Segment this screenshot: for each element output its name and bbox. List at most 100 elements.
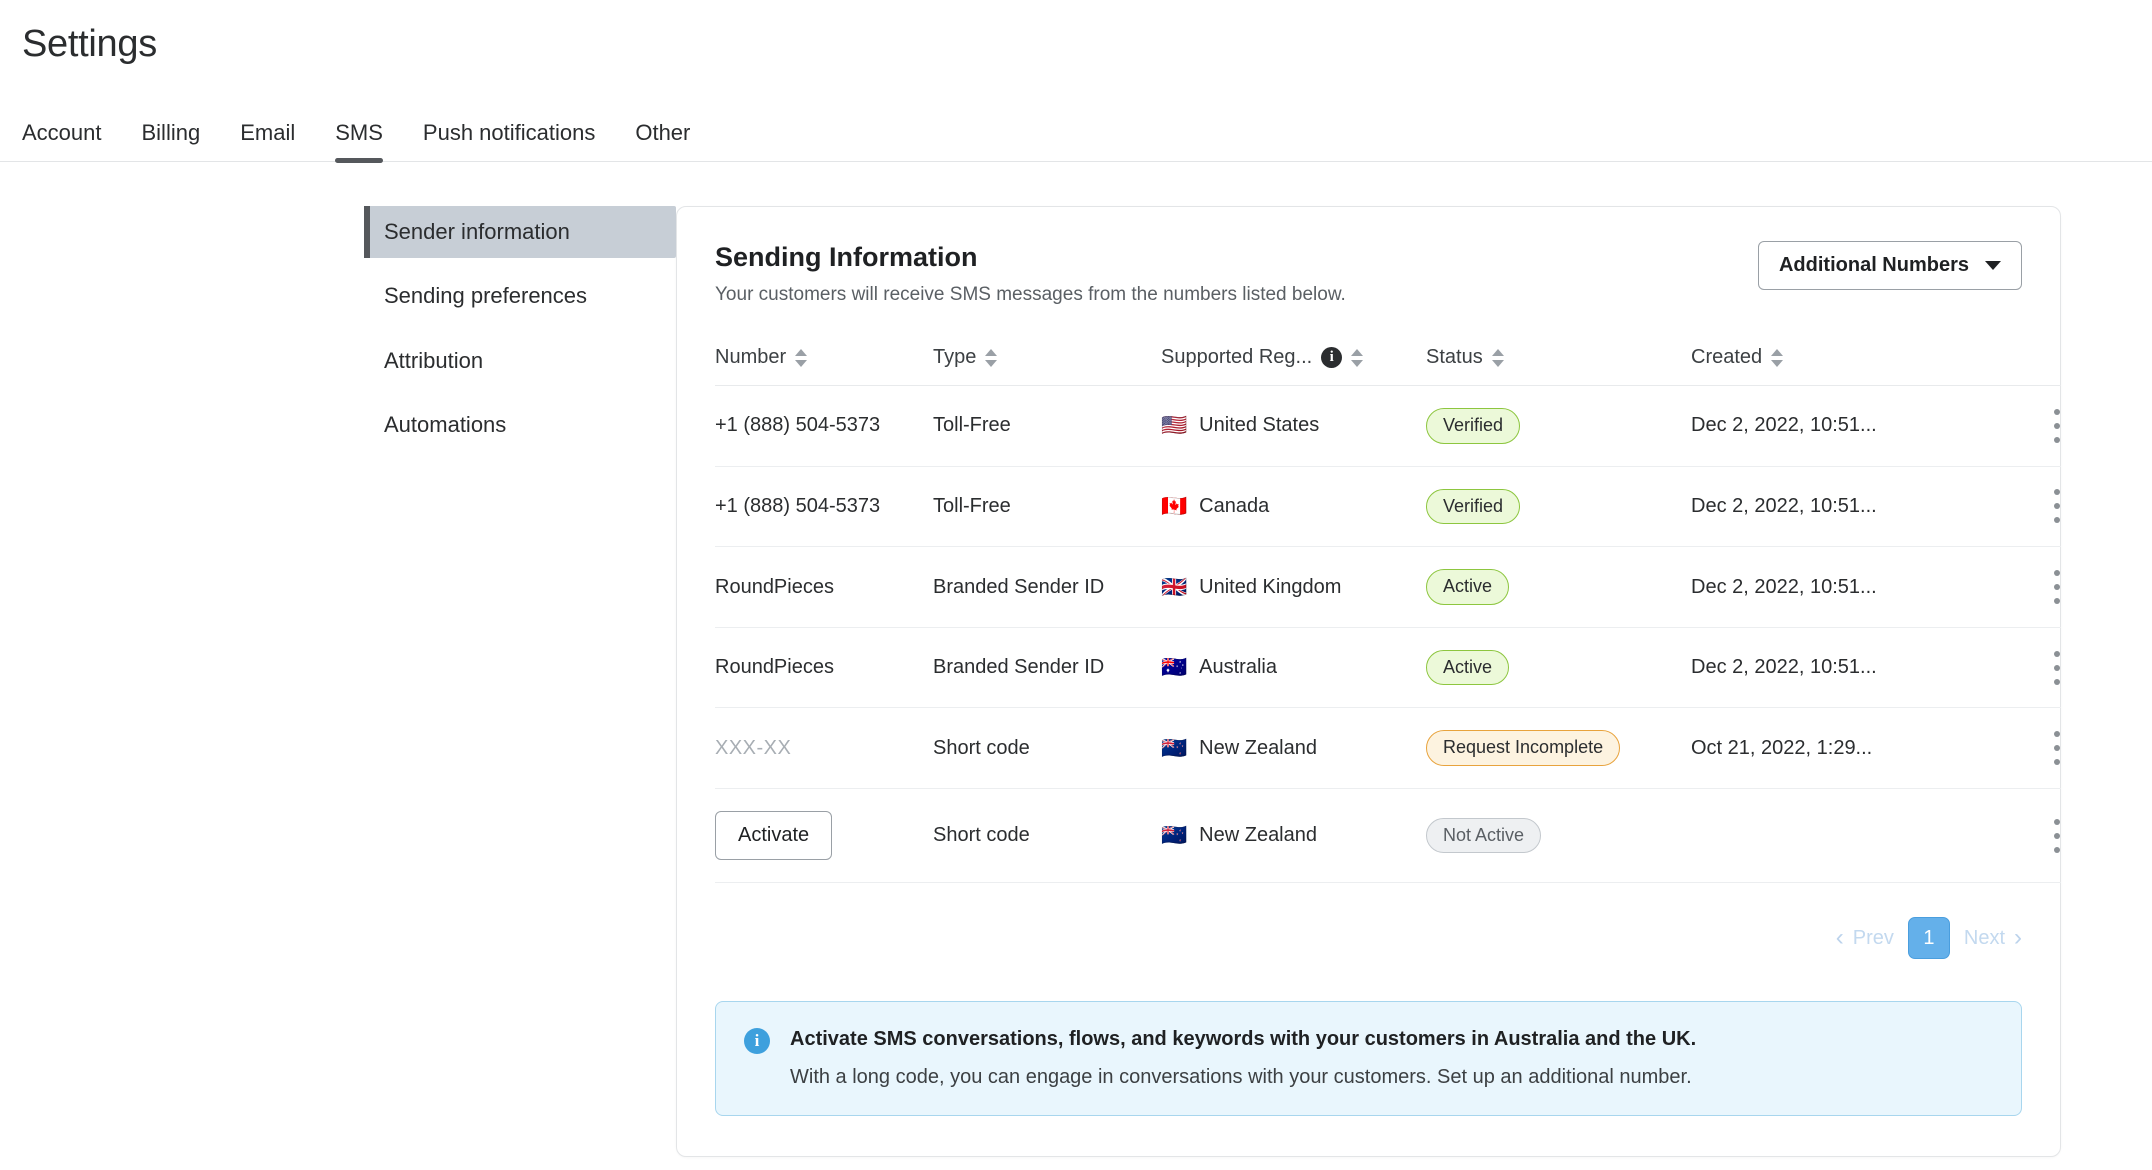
pagination-page-1[interactable]: 1 <box>1907 917 1950 959</box>
tab-other[interactable]: Other <box>615 121 710 161</box>
settings-tabbar: Account Billing Email SMS Push notifications… <box>0 104 2152 163</box>
number-value: XXX-XX <box>715 736 792 759</box>
cell-status: Active <box>1426 627 1691 709</box>
row-menu-icon[interactable] <box>2053 489 2061 524</box>
column-header-type[interactable]: Type <box>933 346 1161 387</box>
cell-created: Dec 2, 2022, 10:51... <box>1691 466 1981 548</box>
status-badge: Active <box>1426 569 1510 605</box>
row-menu-icon[interactable] <box>2053 731 2061 766</box>
cell-status: Verified <box>1426 466 1691 548</box>
info-icon[interactable]: i <box>1321 347 1343 369</box>
sidebar-item-automations[interactable]: Automations <box>364 399 676 452</box>
column-header-status[interactable]: Status <box>1426 346 1691 387</box>
pagination-next[interactable]: Next › <box>1964 926 2022 950</box>
status-badge: Request Incomplete <box>1426 730 1621 766</box>
body-layout: Sender information Sending preferences Att… <box>0 162 2152 1157</box>
activate-button[interactable]: Activate <box>715 811 833 860</box>
column-header-label: Number <box>715 346 787 369</box>
tab-sms[interactable]: SMS <box>315 121 403 163</box>
status-badge: Not Active <box>1426 817 1542 854</box>
country-flag-icon: 🇬🇧 <box>1161 574 1188 599</box>
table-row: RoundPieces Branded Sender ID 🇬🇧 United Kin… <box>715 546 2061 628</box>
pagination: ‹ Prev 1 Next › <box>715 883 2022 959</box>
region-name: Canada <box>1199 494 1270 517</box>
column-header-supported-reg[interactable]: Supported Reg... i <box>1161 346 1426 387</box>
cell-created: Dec 2, 2022, 10:51... <box>1691 627 1981 709</box>
table-header-row: Number Type Supported Reg... i Status Created <box>715 346 2061 387</box>
info-icon: i <box>744 1028 770 1054</box>
sidebar-item-sending-preferences[interactable]: Sending preferences <box>364 270 676 323</box>
pagination-next-label: Next <box>1963 926 2005 949</box>
chevron-down-icon <box>1985 260 2001 270</box>
row-menu-icon[interactable] <box>2053 408 2061 443</box>
cell-number: Activate <box>715 788 933 883</box>
table-body: +1 (888) 504-5373 Toll-Free 🇺🇸 United State… <box>715 385 2061 883</box>
page-title: Settings <box>22 23 157 65</box>
tab-push-notifications[interactable]: Push notifications <box>403 121 615 161</box>
tab-billing[interactable]: Billing <box>122 121 221 161</box>
sort-toggle-icon[interactable] <box>1351 348 1364 368</box>
cell-number: +1 (888) 504-5373 <box>715 466 933 548</box>
chevron-left-icon: ‹ <box>1835 924 1844 951</box>
info-banner: i Activate SMS conversations, flows, and… <box>715 1001 2022 1116</box>
cell-number: RoundPieces <box>715 627 933 709</box>
sort-toggle-icon[interactable] <box>1771 348 1784 368</box>
column-header-number[interactable]: Number <box>715 346 933 387</box>
sidebar-item-sender-information[interactable]: Sender information <box>364 205 676 259</box>
country-flag-icon: 🇦🇺 <box>1161 655 1188 680</box>
cell-type: Branded Sender ID <box>933 546 1161 628</box>
cell-actions <box>1981 385 2061 467</box>
row-menu-icon[interactable] <box>2053 570 2061 605</box>
cell-number: RoundPieces <box>715 546 933 628</box>
table-row: Activate Short code 🇳🇿 New Zealand Not Activ… <box>715 788 2061 883</box>
country-flag-icon: 🇺🇸 <box>1161 413 1188 438</box>
cell-type: Toll-Free <box>933 466 1161 548</box>
cell-status: Request Incomplete <box>1426 707 1691 789</box>
tab-account[interactable]: Account <box>22 121 122 161</box>
cell-number: +1 (888) 504-5373 <box>715 385 933 467</box>
cell-type: Short code <box>933 788 1161 883</box>
table-row: XXX-XX Short code 🇳🇿 New Zealand Request Inc… <box>715 707 2061 789</box>
cell-actions <box>1981 707 2061 789</box>
sort-toggle-icon[interactable] <box>985 348 998 368</box>
status-badge: Verified <box>1426 408 1521 444</box>
number-value: RoundPieces <box>715 575 834 598</box>
cell-type: Toll-Free <box>933 385 1161 467</box>
cell-actions <box>1981 546 2061 628</box>
table-row: +1 (888) 504-5373 Toll-Free 🇨🇦 Canada Verifi… <box>715 466 2061 548</box>
column-header-label: Supported Reg... <box>1161 346 1313 369</box>
column-header-created[interactable]: Created <box>1691 346 1981 387</box>
card-title: Sending Information <box>715 241 978 272</box>
cell-actions <box>1981 466 2061 548</box>
sidebar-item-attribution[interactable]: Attribution <box>364 335 676 388</box>
cell-created <box>1691 788 1981 883</box>
sort-toggle-icon[interactable] <box>1491 348 1505 368</box>
column-header-label: Created <box>1691 346 1763 369</box>
country-flag-icon: 🇳🇿 <box>1161 735 1188 760</box>
cell-supported-region: 🇨🇦 Canada <box>1161 466 1426 548</box>
info-banner-body: With a long code, you can engage in conv… <box>790 1066 1692 1088</box>
cell-created: Oct 21, 2022, 1:29... <box>1691 707 1981 789</box>
cell-supported-region: 🇦🇺 Australia <box>1161 627 1426 709</box>
cell-type: Branded Sender ID <box>933 627 1161 709</box>
additional-numbers-button[interactable]: Additional Numbers <box>1757 240 2022 290</box>
tab-email[interactable]: Email <box>220 121 315 161</box>
region-name: Australia <box>1199 656 1277 679</box>
cell-supported-region: 🇺🇸 United States <box>1161 385 1426 467</box>
pagination-prev[interactable]: ‹ Prev <box>1836 926 1894 950</box>
column-header-label: Type <box>933 346 977 369</box>
cell-actions <box>1981 627 2061 709</box>
additional-numbers-label: Additional Numbers <box>1778 253 1969 276</box>
row-menu-icon[interactable] <box>2053 818 2061 853</box>
region-name: United States <box>1199 414 1320 437</box>
number-value: +1 (888) 504-5373 <box>715 494 881 517</box>
cell-supported-region: 🇬🇧 United Kingdom <box>1161 546 1426 628</box>
region-name: New Zealand <box>1199 736 1317 759</box>
sort-toggle-icon[interactable] <box>795 348 808 368</box>
row-menu-icon[interactable] <box>2053 650 2061 685</box>
number-value: +1 (888) 504-5373 <box>715 414 881 437</box>
cell-number: XXX-XX <box>715 707 933 789</box>
status-badge: Active <box>1426 649 1510 686</box>
country-flag-icon: 🇳🇿 <box>1161 823 1188 847</box>
status-badge: Verified <box>1426 488 1521 525</box>
